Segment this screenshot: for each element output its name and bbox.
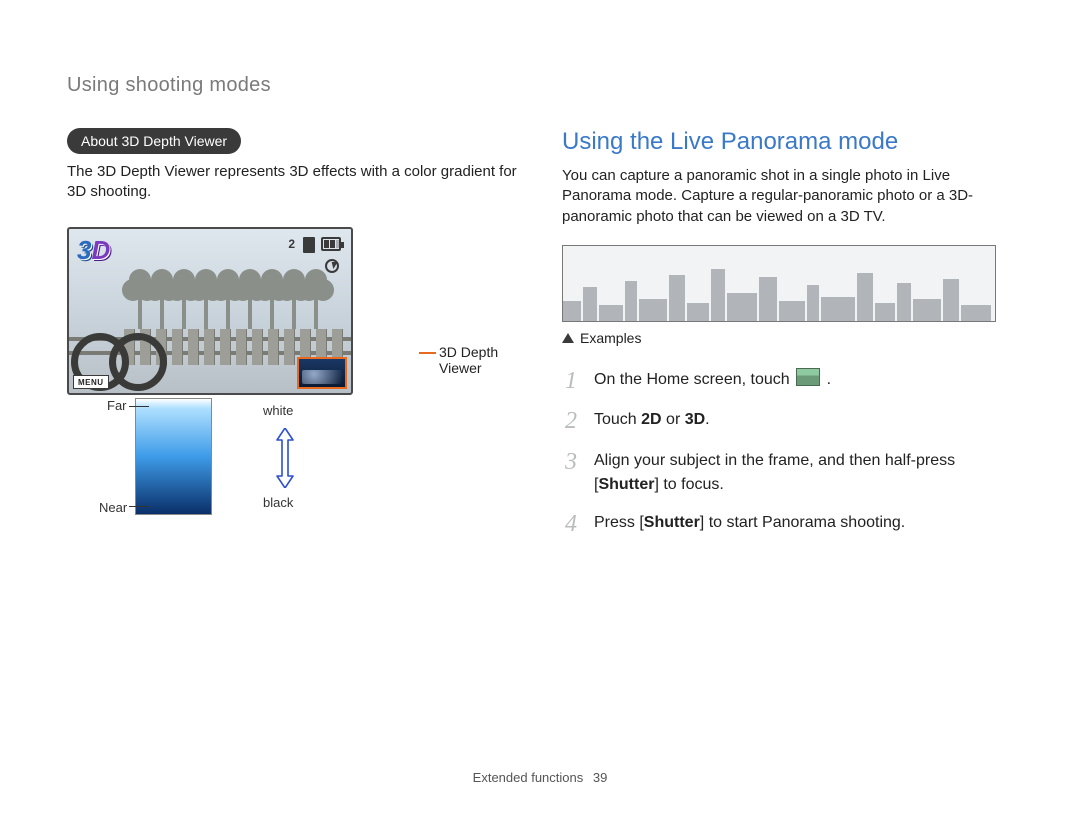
page-footer: Extended functions 39 [0, 770, 1080, 785]
callout-leader-line [419, 352, 436, 354]
step-2: 2 Touch 2D or 3D. [562, 408, 1014, 434]
step-number: 2 [562, 408, 580, 434]
gradient-label-white: white [263, 403, 293, 418]
gradient-tick-near [129, 506, 149, 507]
step-number: 4 [562, 511, 580, 537]
gradient-bar [135, 398, 212, 515]
examples-label: Examples [580, 330, 641, 346]
remaining-shots-count: 2 [288, 237, 295, 251]
menu-button-icon: MENU [73, 375, 109, 389]
step-1: 1 On the Home screen, touch . [562, 368, 1014, 394]
section-pill-3d-depth-viewer: About 3D Depth Viewer [67, 128, 241, 154]
3d-logo-icon: 3D [77, 235, 110, 266]
manual-page: Using shooting modes About 3D Depth View… [0, 0, 1080, 815]
two-way-arrow-icon [275, 428, 295, 488]
steps-list: 1 On the Home screen, touch . 2 Touch 2D… [562, 368, 1014, 537]
depth-viewer-thumbnail [297, 357, 347, 389]
panorama-mode-icon [796, 368, 820, 386]
step-text: Align your subject in the frame, and the… [594, 449, 1014, 497]
right-section-title: Using the Live Panorama mode [562, 128, 1014, 156]
scene-trees [129, 269, 334, 329]
battery-icon [321, 237, 341, 251]
step-number: 1 [562, 368, 580, 394]
step-number: 3 [562, 449, 580, 475]
left-intro-text: The 3D Depth Viewer represents 3D effect… [67, 162, 527, 203]
left-column: About 3D Depth Viewer The 3D Depth Viewe… [67, 128, 527, 395]
examples-caption: Examples [562, 330, 1014, 346]
step-text: On the Home screen, touch . [594, 368, 831, 392]
step-3: 3 Align your subject in the frame, and t… [562, 449, 1014, 497]
gradient-label-black: black [263, 495, 293, 510]
sd-card-icon [303, 237, 315, 253]
gradient-label-far: Far [107, 398, 127, 413]
chapter-title: Using shooting modes [67, 74, 271, 97]
depth-gradient-diagram: Far Near white black [135, 398, 212, 515]
panorama-example-illustration [562, 245, 996, 322]
triangle-up-icon [562, 333, 574, 343]
gradient-tick-far [129, 406, 149, 407]
right-column: Using the Live Panorama mode You can cap… [562, 128, 1014, 553]
skyline-silhouette [563, 266, 995, 321]
step-text: Touch 2D or 3D. [594, 408, 710, 432]
camera-preview-illustration: 3D 2 [67, 227, 353, 395]
gradient-label-near: Near [99, 500, 127, 515]
right-intro-text: You can capture a panoramic shot in a si… [562, 166, 1014, 227]
step-text: Press [Shutter] to start Panorama shooti… [594, 511, 905, 535]
callout-depth-viewer-label: 3D Depth Viewer [439, 344, 527, 376]
footer-section-name: Extended functions [473, 770, 584, 785]
step-4: 4 Press [Shutter] to start Panorama shoo… [562, 511, 1014, 537]
page-number: 39 [593, 770, 607, 785]
